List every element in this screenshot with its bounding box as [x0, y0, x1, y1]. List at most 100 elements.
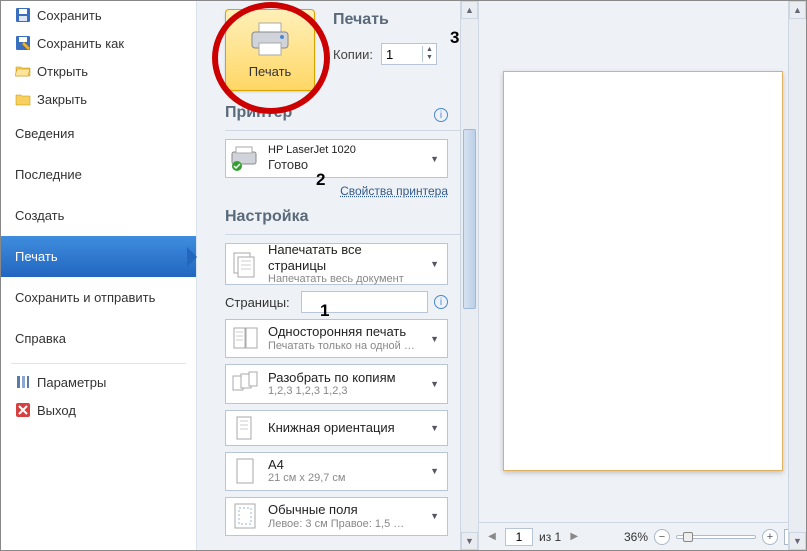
copies-down[interactable]: ▼	[423, 54, 436, 62]
printer-status-icon	[230, 144, 260, 174]
settings-header: Настройка	[225, 208, 472, 226]
margins-title: Обычные поля	[268, 502, 418, 518]
one-side-icon	[230, 324, 260, 354]
sidebar-label: Сведения	[15, 126, 74, 141]
sidebar-open[interactable]: Открыть	[1, 57, 196, 85]
printer-name: HP LaserJet 1020	[268, 144, 418, 157]
preview-scroll-down[interactable]: ▼	[789, 532, 806, 550]
orientation-title: Книжная ориентация	[268, 420, 418, 436]
zoom-slider[interactable]	[676, 535, 756, 539]
sidebar-close[interactable]: Закрыть	[1, 85, 196, 113]
collate-sub: 1,2,3 1,2,3 1,2,3	[268, 385, 418, 398]
printer-status: Готово	[268, 157, 418, 173]
chevron-down-icon: ▼	[426, 379, 443, 389]
printer-select[interactable]: HP LaserJet 1020 Готово ▼	[225, 139, 448, 178]
zoom-out-button[interactable]: −	[654, 529, 670, 545]
print-settings-panel: Печать Печать Копии: ▲ ▼ Принте	[197, 1, 478, 550]
preview-statusbar: ◀ из 1 ▶ 36% − + ⛶	[479, 522, 806, 550]
orientation-select[interactable]: Книжная ориентация ▼	[225, 410, 448, 446]
zoom-in-button[interactable]: +	[762, 529, 778, 545]
scroll-up[interactable]: ▲	[461, 1, 478, 19]
sidebar-label: Сохранить как	[37, 36, 124, 51]
margins-select[interactable]: Обычные поля Левое: 3 см Правое: 1,5 … ▼	[225, 497, 448, 536]
preview-scrollbar[interactable]: ▲ ▼	[788, 1, 806, 550]
printer-header: Принтер	[225, 104, 434, 122]
chevron-down-icon: ▼	[426, 259, 443, 269]
collate-select[interactable]: Разобрать по копиям 1,2,3 1,2,3 1,2,3 ▼	[225, 364, 448, 403]
collate-title: Разобрать по копиям	[268, 370, 418, 386]
folder-close-icon	[15, 91, 31, 107]
sidebar-label: Справка	[15, 331, 66, 346]
chevron-down-icon: ▼	[426, 423, 443, 433]
next-page-button[interactable]: ▶	[567, 530, 581, 544]
sidebar-save[interactable]: Сохранить	[1, 1, 196, 29]
pages-info-icon[interactable]: i	[434, 295, 448, 309]
save-icon	[15, 7, 31, 23]
paper-sub: 21 см x 29,7 см	[268, 472, 418, 485]
sides-title: Односторонняя печать	[268, 324, 418, 340]
sidebar-label: Сохранить и отправить	[15, 290, 155, 305]
folder-open-icon	[15, 63, 31, 79]
preview-page	[503, 71, 783, 471]
sidebar-options[interactable]: Параметры	[1, 368, 196, 396]
printer-info-icon[interactable]: i	[434, 108, 448, 122]
sidebar-exit[interactable]: Выход	[1, 396, 196, 424]
preview-scroll-up[interactable]: ▲	[789, 1, 806, 19]
print-preview-panel: ▲ ▼ ◀ из 1 ▶ 36% − + ⛶	[478, 1, 806, 550]
sidebar-save-as[interactable]: Сохранить как	[1, 29, 196, 57]
zoom-slider-thumb[interactable]	[683, 532, 693, 542]
annotation-2: 2	[316, 170, 325, 190]
copies-input[interactable]	[382, 45, 422, 64]
prev-page-button[interactable]: ◀	[485, 530, 499, 544]
print-button-label: Печать	[249, 64, 292, 79]
page-number-input[interactable]	[505, 528, 533, 546]
sidebar-label: Создать	[15, 208, 64, 223]
annotation-1: 1	[320, 301, 329, 321]
sidebar-label: Закрыть	[37, 92, 87, 107]
printer-icon	[249, 22, 291, 58]
paper-title: A4	[268, 457, 418, 473]
print-range-select[interactable]: Напечатать все страницы Напечатать весь …	[225, 243, 448, 285]
paper-select[interactable]: A4 21 см x 29,7 см ▼	[225, 452, 448, 491]
print-header: Печать	[333, 11, 437, 29]
zoom-label: 36%	[624, 530, 648, 544]
sidebar-label: Открыть	[37, 64, 88, 79]
sidebar-label: Выход	[37, 403, 76, 418]
print-range-sub: Напечатать весь документ	[268, 273, 418, 286]
portrait-icon	[230, 413, 260, 443]
exit-icon	[15, 402, 31, 418]
sidebar-info[interactable]: Сведения	[1, 113, 196, 154]
sidebar-help[interactable]: Справка	[1, 318, 196, 359]
copies-label: Копии:	[333, 47, 373, 62]
pages-label: Страницы:	[225, 295, 295, 310]
sides-sub: Печатать только на одной …	[268, 340, 418, 353]
pages-stack-icon	[230, 249, 260, 279]
margins-sub: Левое: 3 см Правое: 1,5 …	[268, 518, 418, 531]
sidebar-save-send[interactable]: Сохранить и отправить	[1, 277, 196, 318]
print-button[interactable]: Печать	[225, 9, 315, 91]
sidebar-recent[interactable]: Последние	[1, 154, 196, 195]
annotation-3: 3	[450, 28, 459, 48]
save-as-icon	[15, 35, 31, 51]
scroll-down[interactable]: ▼	[461, 532, 478, 550]
paper-icon	[230, 456, 260, 486]
margins-icon	[230, 501, 260, 531]
sidebar-label: Последние	[15, 167, 82, 182]
page-of-label: из 1	[539, 530, 561, 544]
copies-up[interactable]: ▲	[423, 46, 436, 54]
settings-scrollbar[interactable]: ▲ ▼	[460, 1, 478, 550]
collate-icon	[230, 369, 260, 399]
printer-properties-link[interactable]: Свойства принтера	[340, 184, 448, 198]
sidebar-new[interactable]: Создать	[1, 195, 196, 236]
sides-select[interactable]: Односторонняя печать Печатать только на …	[225, 319, 448, 358]
sidebar-label: Печать	[15, 249, 58, 264]
sidebar-label: Сохранить	[37, 8, 102, 23]
options-icon	[15, 374, 31, 390]
chevron-down-icon: ▼	[426, 511, 443, 521]
sidebar-divider	[11, 363, 186, 364]
sidebar-print[interactable]: Печать	[1, 236, 196, 277]
backstage-sidebar: Сохранить Сохранить как Открыть Закрыть …	[1, 1, 197, 550]
scroll-thumb[interactable]	[463, 129, 476, 309]
print-range-title: Напечатать все страницы	[268, 242, 418, 273]
copies-spinner[interactable]: ▲ ▼	[381, 43, 437, 65]
